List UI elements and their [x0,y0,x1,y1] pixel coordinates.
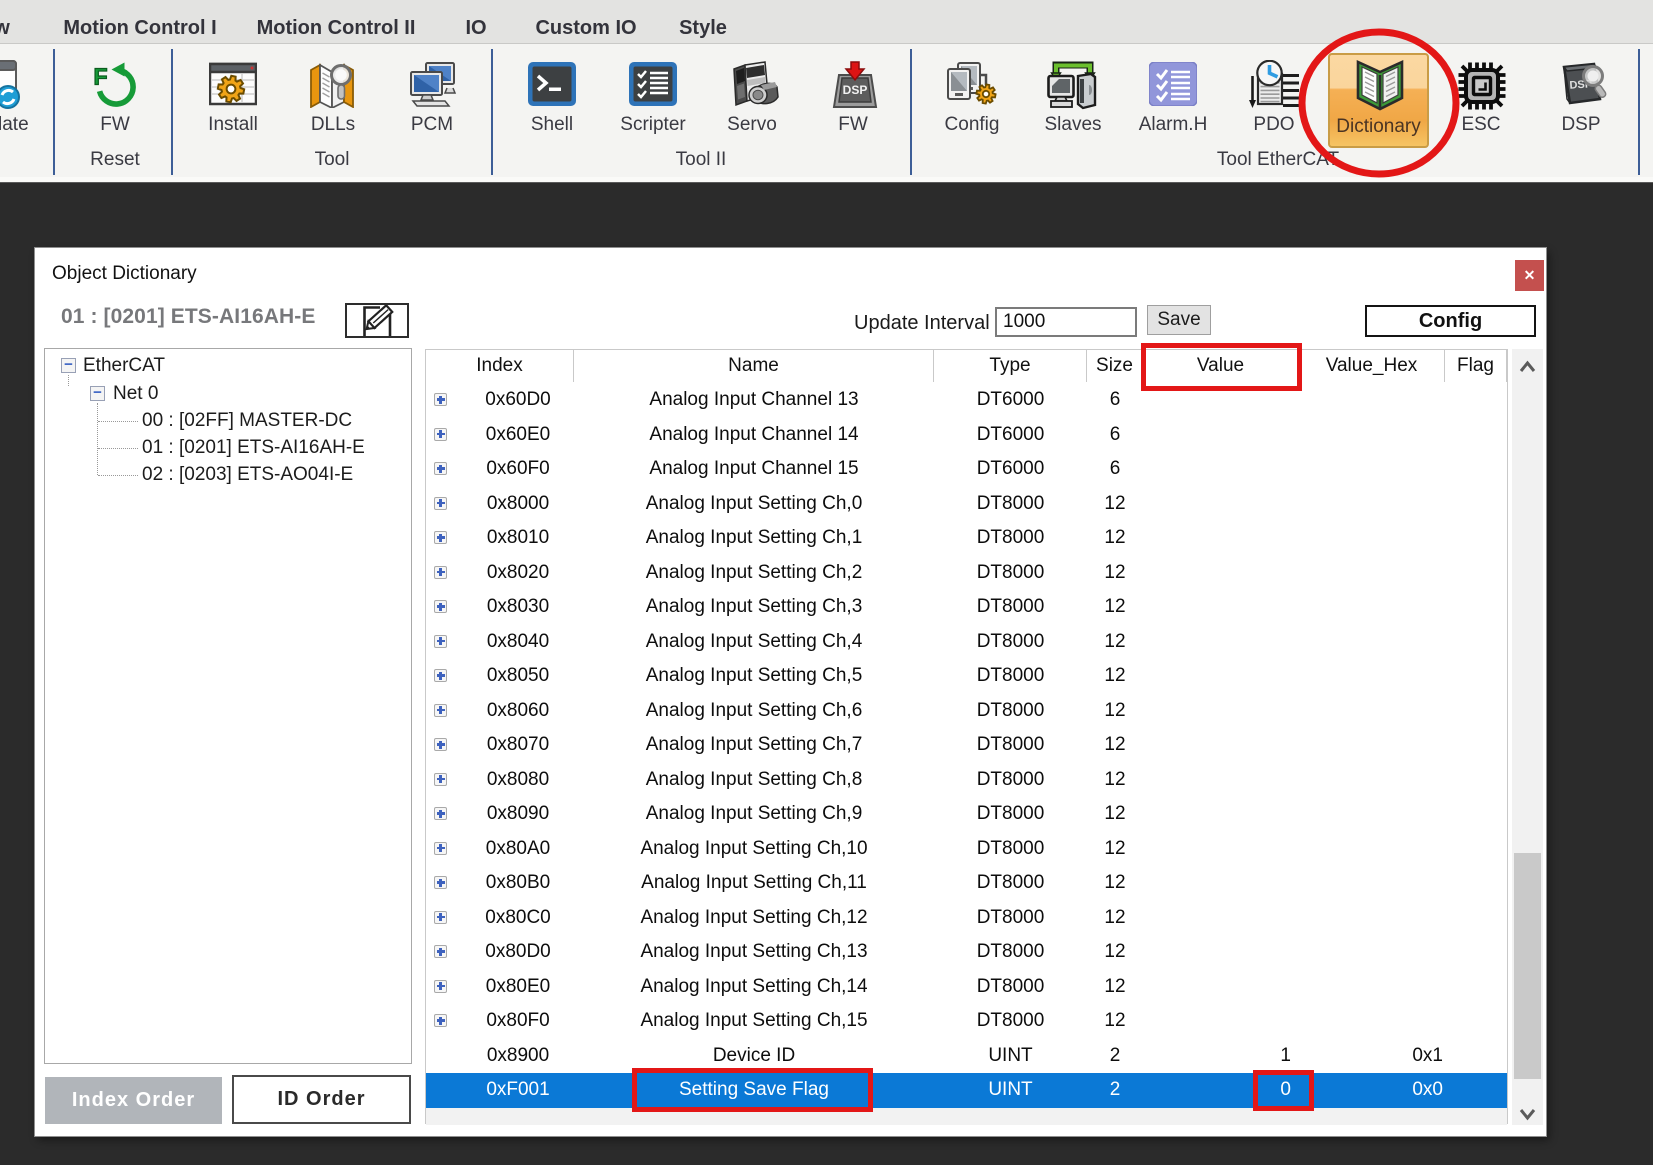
svg-text:DSP: DSP [843,83,868,97]
svg-text:F: F [94,64,108,90]
